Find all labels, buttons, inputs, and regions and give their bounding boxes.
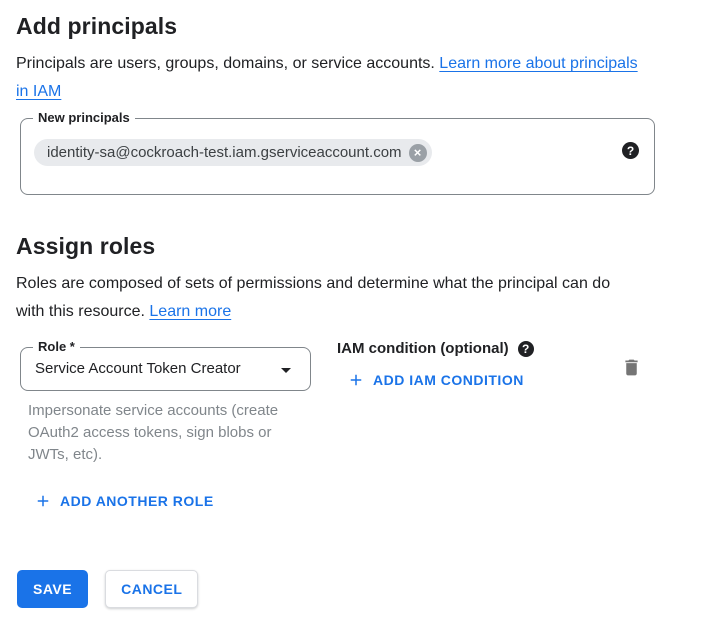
- chip-close-icon[interactable]: ×: [409, 144, 427, 162]
- iam-condition-help-icon[interactable]: ?: [518, 341, 534, 357]
- cancel-button[interactable]: CANCEL: [105, 570, 198, 608]
- iam-condition-label: IAM condition (optional): [337, 340, 509, 357]
- principals-description-text: Principals are users, groups, domains, o…: [16, 55, 439, 72]
- plus-icon: [34, 492, 52, 510]
- delete-role-button[interactable]: [617, 353, 646, 382]
- add-another-role-label: ADD ANOTHER ROLE: [60, 493, 214, 509]
- add-iam-condition-button[interactable]: ADD IAM CONDITION: [341, 367, 530, 393]
- role-field-label: Role *: [33, 338, 80, 356]
- add-another-role-button[interactable]: ADD ANOTHER ROLE: [28, 488, 220, 514]
- add-iam-condition-label: ADD IAM CONDITION: [373, 372, 524, 388]
- new-principals-field-label: New principals: [33, 109, 135, 127]
- trash-icon: [621, 357, 642, 378]
- new-principals-field[interactable]: New principals identity-sa@cockroach-tes…: [20, 118, 655, 195]
- dialog-actions: SAVE CANCEL: [17, 570, 198, 608]
- principal-chip-text: identity-sa@cockroach-test.iam.gservicea…: [47, 144, 402, 161]
- assign-roles-heading: Assign roles: [16, 232, 155, 260]
- principal-chip: identity-sa@cockroach-test.iam.gservicea…: [34, 139, 432, 166]
- add-principals-heading: Add principals: [16, 12, 177, 40]
- new-principals-help-icon[interactable]: ?: [622, 142, 639, 159]
- role-dropdown[interactable]: Role * Service Account Token Creator: [20, 347, 311, 391]
- learn-more-roles-link[interactable]: Learn more: [149, 303, 231, 320]
- role-helper-text: Impersonate service accounts (create OAu…: [28, 400, 308, 466]
- roles-description-text: Roles are composed of sets of permission…: [16, 275, 610, 320]
- save-button[interactable]: SAVE: [17, 570, 88, 608]
- principals-description: Principals are users, groups, domains, o…: [16, 50, 646, 106]
- dropdown-arrow-icon: [274, 358, 298, 382]
- roles-description: Roles are composed of sets of permission…: [16, 270, 636, 326]
- iam-condition-label-row: IAM condition (optional) ?: [337, 340, 534, 357]
- plus-icon: [347, 371, 365, 389]
